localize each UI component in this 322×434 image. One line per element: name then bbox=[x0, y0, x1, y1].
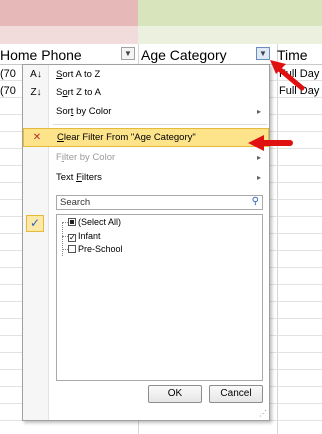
submenu-arrow-icon: ▸ bbox=[256, 153, 261, 162]
filter-funnel-icon[interactable]: ▼ bbox=[256, 47, 270, 60]
tree-line bbox=[62, 222, 63, 256]
sort-a-z-icon: A↓ bbox=[30, 69, 42, 80]
menu-item-label: Sort by Color bbox=[56, 106, 112, 117]
list-item-select-all[interactable]: (Select All) bbox=[68, 216, 121, 228]
checkbox-select-all[interactable] bbox=[68, 218, 76, 226]
menu-item-label: Text Filters bbox=[56, 172, 102, 183]
sort-z-a-icon: Z↓ bbox=[30, 87, 42, 98]
menu-item-label: Filter by Color bbox=[56, 152, 116, 163]
search-icon: ⚲ bbox=[251, 196, 259, 207]
header-band-pink bbox=[0, 0, 138, 26]
column-divider bbox=[277, 44, 278, 434]
column-header-row: Home Phone Age Category Time bbox=[0, 44, 322, 65]
menu-item-sort-z-a[interactable]: Z↓ Sort Z to A bbox=[23, 84, 269, 102]
autofilter-dropdown: A↓ Sort A to Z Z↓ Sort Z to A Sort by Co… bbox=[22, 64, 270, 421]
list-item-label: Pre-School bbox=[78, 244, 123, 254]
cell-home-phone[interactable]: (70 bbox=[0, 85, 16, 97]
cell-time[interactable]: Full Day bbox=[279, 68, 319, 80]
menu-item-text-filters[interactable]: Text Filters ▸ bbox=[23, 169, 269, 187]
list-item-infant[interactable]: ✓ Infant bbox=[68, 230, 101, 242]
checkbox-pre-school[interactable] bbox=[68, 245, 76, 253]
cell-home-phone[interactable]: (70 bbox=[0, 68, 16, 80]
search-placeholder: Search bbox=[60, 197, 91, 208]
list-item-label: Infant bbox=[78, 231, 101, 241]
header-band-green-light bbox=[138, 26, 322, 44]
filter-values-list: (Select All) ✓ Infant Pre-School bbox=[56, 214, 263, 381]
menu-item-filter-by-color: Filter by Color ▸ bbox=[23, 149, 269, 167]
menu-item-label: Clear Filter From "Age Category" bbox=[57, 132, 196, 143]
menu-item-clear-filter[interactable]: ✕ Clear Filter From "Age Category" bbox=[23, 128, 269, 147]
ok-button[interactable]: OK bbox=[148, 385, 202, 403]
submenu-arrow-icon: ▸ bbox=[256, 173, 261, 182]
menu-separator bbox=[53, 124, 267, 125]
list-item-label: (Select All) bbox=[78, 217, 122, 227]
resize-grip-icon[interactable]: ⋰ bbox=[259, 409, 267, 418]
header-time: Time bbox=[277, 47, 308, 63]
submenu-arrow-icon: ▸ bbox=[256, 107, 261, 116]
list-item-pre-school[interactable]: Pre-School bbox=[68, 243, 123, 255]
menu-item-label: Sort A to Z bbox=[56, 69, 101, 80]
header-home-phone: Home Phone bbox=[0, 47, 82, 63]
header-band-pink-light bbox=[0, 26, 138, 44]
menu-item-sort-by-color[interactable]: Sort by Color ▸ bbox=[23, 103, 269, 121]
search-input[interactable]: Search ⚲ bbox=[56, 195, 263, 210]
header-age-category: Age Category bbox=[141, 47, 227, 63]
filter-applied-check-icon: ✓ bbox=[26, 215, 44, 232]
clear-filter-icon: ✕ bbox=[32, 132, 42, 143]
menu-item-label: Sort Z to A bbox=[56, 87, 101, 98]
cancel-button[interactable]: Cancel bbox=[209, 385, 263, 403]
header-band-green bbox=[138, 0, 322, 26]
cell-time[interactable]: Full Day bbox=[279, 85, 319, 97]
menu-item-sort-a-z[interactable]: A↓ Sort A to Z bbox=[23, 66, 269, 84]
home-phone-filter-button[interactable]: ▼ bbox=[121, 47, 135, 60]
checkbox-infant[interactable]: ✓ bbox=[68, 234, 76, 242]
